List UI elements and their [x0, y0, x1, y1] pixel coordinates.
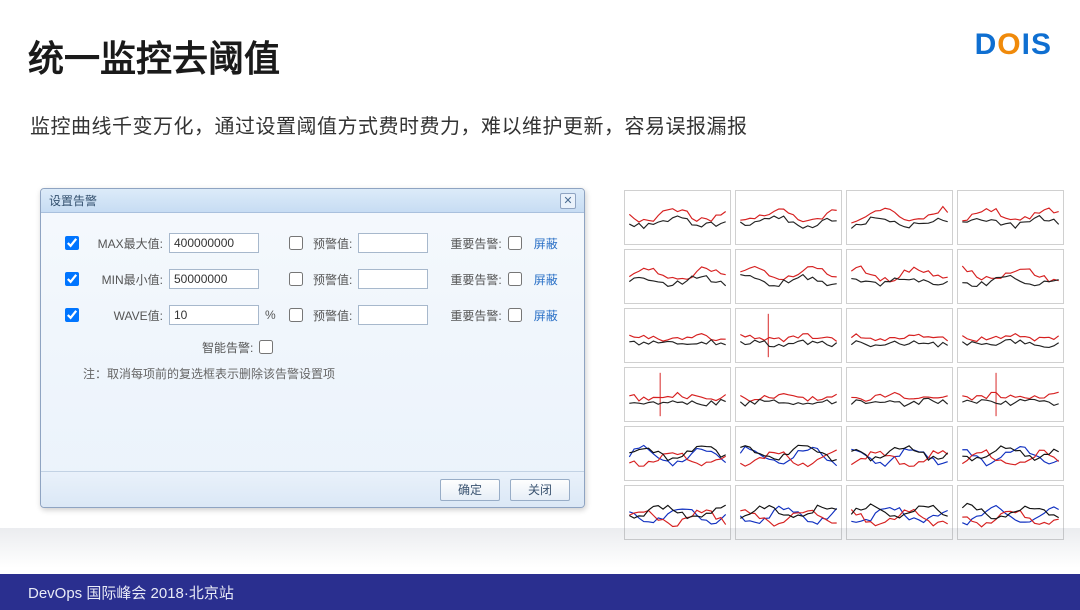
brand-d: D	[975, 28, 998, 61]
smart-label: 智能告警:	[202, 339, 253, 356]
min-shield-link[interactable]: 屏蔽	[534, 271, 558, 288]
chart-thumbnail	[846, 249, 953, 304]
wave-prewarn-label: 预警值:	[313, 307, 352, 324]
max-important-checkbox[interactable]	[508, 236, 522, 250]
row-smart: 智能告警:	[53, 333, 572, 361]
chart-thumbnail	[624, 249, 731, 304]
wave-prewarn-input[interactable]	[358, 305, 428, 325]
alert-settings-dialog: 设置告警 ✕ MAX最大值: 预警值: 重要告警: 屏蔽 MIN最小值: 预警值…	[40, 188, 585, 508]
dialog-titlebar: 设置告警 ✕	[41, 189, 584, 213]
max-label: MAX最大值:	[93, 235, 163, 252]
min-prewarn-input[interactable]	[358, 269, 428, 289]
slide-title: 统一监控去阈值	[28, 30, 280, 82]
chart-thumbnail	[957, 190, 1064, 245]
wave-value-input[interactable]	[169, 305, 259, 325]
brand-s: S	[1031, 28, 1052, 61]
chart-thumbnail	[846, 426, 953, 481]
wave-important-label: 重要告警:	[450, 307, 501, 324]
brand-o: O	[997, 28, 1021, 61]
row-wave: WAVE值: % 预警值: 重要告警: 屏蔽	[53, 297, 572, 333]
chart-thumbnail	[846, 367, 953, 422]
chart-thumbnail	[735, 426, 842, 481]
chart-thumbnail	[624, 485, 731, 540]
max-prewarn-input[interactable]	[358, 233, 428, 253]
row-min: MIN最小值: 预警值: 重要告警: 屏蔽	[53, 261, 572, 297]
chart-thumbnail	[735, 485, 842, 540]
max-value-input[interactable]	[169, 233, 259, 253]
max-shield-link[interactable]: 屏蔽	[534, 235, 558, 252]
smart-checkbox[interactable]	[259, 340, 273, 354]
wave-prewarn-checkbox[interactable]	[289, 308, 303, 322]
chart-thumbnail	[957, 308, 1064, 363]
min-important-label: 重要告警:	[450, 271, 501, 288]
chart-thumbnail	[735, 249, 842, 304]
dialog-footer: 确定 关闭	[41, 471, 584, 507]
max-enable-checkbox[interactable]	[65, 236, 79, 250]
wave-label: WAVE值:	[93, 307, 163, 324]
wave-unit: %	[265, 308, 283, 322]
chart-thumbnail	[735, 308, 842, 363]
chart-thumbnail	[846, 190, 953, 245]
chart-thumbnail	[846, 308, 953, 363]
slide-footer: DevOps 国际峰会 2018·北京站	[0, 574, 1080, 610]
wave-shield-link[interactable]: 屏蔽	[534, 307, 558, 324]
chart-thumbnail	[624, 308, 731, 363]
brand-logo: DOIS	[975, 28, 1052, 62]
close-icon[interactable]: ✕	[560, 193, 576, 209]
chart-thumbnail	[957, 485, 1064, 540]
min-label: MIN最小值:	[93, 271, 163, 288]
slide-subtitle: 监控曲线千变万化，通过设置阈值方式费时费力，难以维护更新，容易误报漏报	[30, 110, 748, 139]
chart-thumbnail-grid	[624, 190, 1064, 540]
max-prewarn-label: 预警值:	[313, 235, 352, 252]
min-important-checkbox[interactable]	[508, 272, 522, 286]
chart-thumbnail	[957, 367, 1064, 422]
min-enable-checkbox[interactable]	[65, 272, 79, 286]
chart-thumbnail	[624, 426, 731, 481]
chart-thumbnail	[957, 249, 1064, 304]
chart-thumbnail	[735, 190, 842, 245]
close-button[interactable]: 关闭	[510, 479, 570, 501]
min-prewarn-label: 预警值:	[313, 271, 352, 288]
dialog-title-text: 设置告警	[49, 189, 97, 213]
min-value-input[interactable]	[169, 269, 259, 289]
chart-thumbnail	[957, 426, 1064, 481]
chart-thumbnail	[624, 190, 731, 245]
row-max: MAX最大值: 预警值: 重要告警: 屏蔽	[53, 225, 572, 261]
max-prewarn-checkbox[interactable]	[289, 236, 303, 250]
wave-important-checkbox[interactable]	[508, 308, 522, 322]
footer-text: DevOps 国际峰会 2018·北京站	[28, 582, 234, 603]
brand-i: I	[1022, 28, 1031, 61]
max-important-label: 重要告警:	[450, 235, 501, 252]
chart-thumbnail	[735, 367, 842, 422]
min-prewarn-checkbox[interactable]	[289, 272, 303, 286]
dialog-body: MAX最大值: 预警值: 重要告警: 屏蔽 MIN最小值: 预警值: 重要告警:…	[41, 213, 584, 382]
chart-thumbnail	[624, 367, 731, 422]
ok-button[interactable]: 确定	[440, 479, 500, 501]
dialog-note: 注：取消每项前的复选框表示删除该告警设置项	[53, 365, 572, 382]
chart-thumbnail	[846, 485, 953, 540]
wave-enable-checkbox[interactable]	[65, 308, 79, 322]
